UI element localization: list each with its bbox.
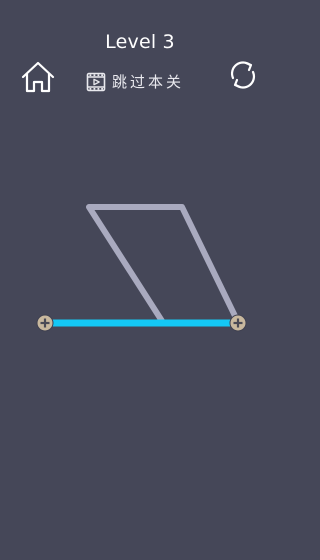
puzzle-outline	[86, 204, 239, 324]
anchor-point-left[interactable]	[36, 314, 54, 332]
anchor-point-right[interactable]	[229, 314, 247, 332]
puzzle-board[interactable]	[0, 0, 280, 560]
game-screen: Level 3 跳过本关	[0, 0, 280, 560]
